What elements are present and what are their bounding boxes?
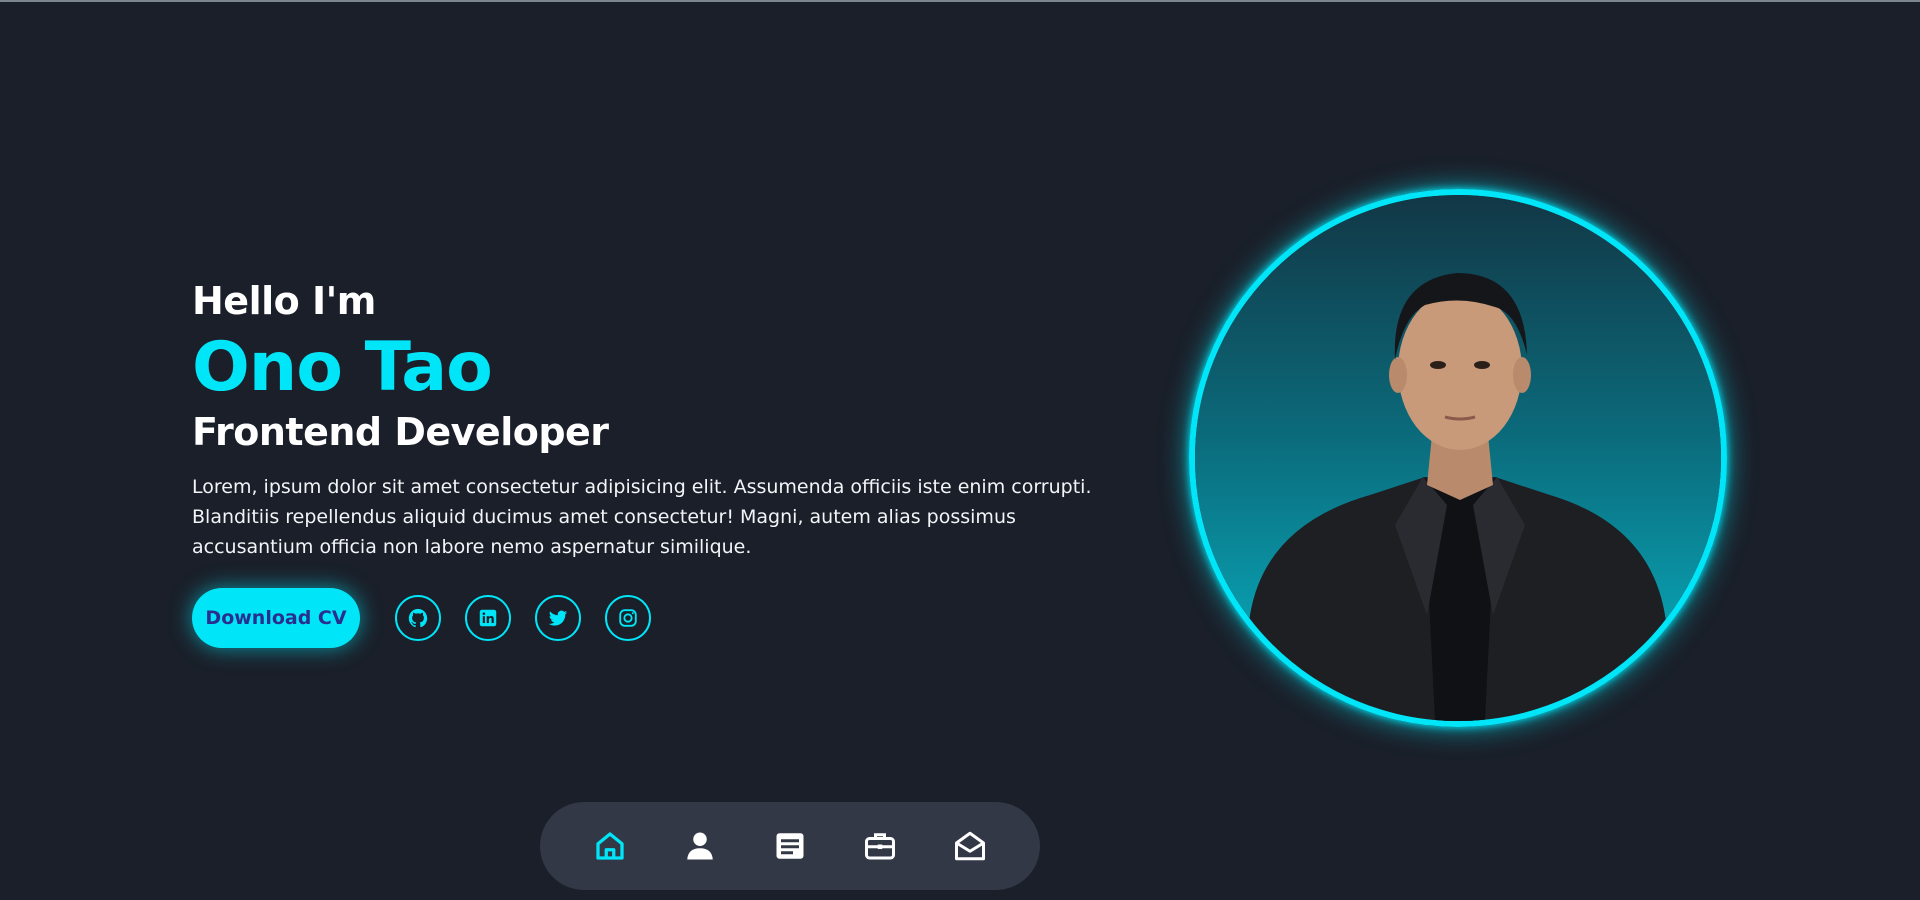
download-cv-button[interactable]: Download CV — [192, 588, 360, 648]
hero-actions: Download CV — [192, 588, 1152, 648]
briefcase-icon — [865, 833, 895, 860]
mail-open-icon — [955, 831, 985, 861]
instagram-link[interactable] — [605, 595, 651, 641]
name-heading: Ono Tao — [192, 328, 493, 407]
nav-home[interactable] — [565, 816, 655, 876]
user-icon — [687, 832, 713, 860]
hero-section: Hello I'm Ono Tao Frontend Developer Lor… — [192, 272, 1152, 648]
linkedin-link[interactable] — [465, 595, 511, 641]
instagram-icon — [619, 609, 637, 627]
twitter-icon — [548, 610, 568, 626]
github-icon — [408, 608, 428, 628]
bottom-nav-dock — [540, 802, 1040, 890]
greeting-heading: Hello I'm — [192, 279, 376, 323]
person-figure — [1235, 273, 1681, 721]
top-divider — [0, 0, 1920, 2]
role-heading: Frontend Developer — [192, 410, 609, 454]
profile-photo — [1189, 189, 1727, 727]
github-link[interactable] — [395, 595, 441, 641]
bio-text: Lorem, ipsum dolor sit amet consectetur … — [192, 476, 1092, 558]
nav-portfolio[interactable] — [835, 816, 925, 876]
linkedin-icon — [479, 609, 497, 627]
home-icon — [596, 832, 624, 860]
twitter-link[interactable] — [535, 595, 581, 641]
nav-contact[interactable] — [925, 816, 1015, 876]
social-links — [395, 595, 675, 641]
nav-about[interactable] — [655, 816, 745, 876]
article-icon — [776, 833, 804, 859]
nav-blog[interactable] — [745, 816, 835, 876]
